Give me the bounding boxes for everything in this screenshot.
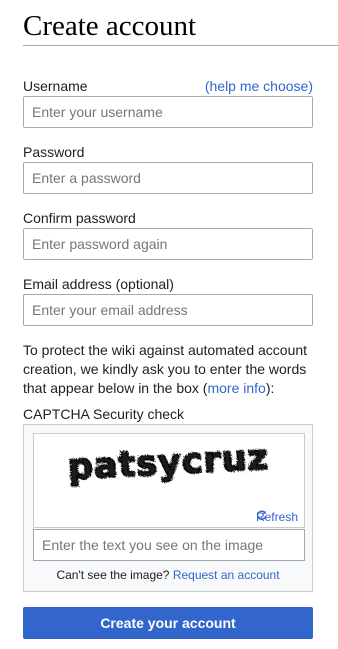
captcha-text: patsycruz	[67, 438, 270, 488]
password-input[interactable]	[23, 162, 313, 194]
captcha-image: patsycruz Refresh	[33, 433, 305, 528]
captcha-section-label: CAPTCHA Security check	[23, 406, 185, 422]
request-account-link[interactable]: Request an account	[173, 568, 280, 582]
email-label: Email address (optional)	[23, 276, 174, 292]
email-input[interactable]	[23, 294, 313, 326]
confirm-password-label: Confirm password	[23, 210, 136, 226]
cant-see-row: Can't see the image? Request an account	[24, 568, 312, 583]
create-account-button[interactable]: Create your account	[23, 607, 313, 639]
password-label: Password	[23, 144, 85, 160]
captcha-explanation: To protect the wiki against automated ac…	[23, 341, 318, 398]
refresh-icon	[256, 510, 267, 520]
username-label: Username	[23, 78, 88, 94]
more-info-link[interactable]: more info	[207, 380, 265, 396]
captcha-panel: patsycruz Refresh Can't see the image? R…	[23, 424, 313, 592]
captcha-explanation-end: ):	[265, 380, 275, 396]
captcha-input[interactable]	[33, 529, 305, 561]
captcha-refresh-button[interactable]: Refresh	[256, 510, 298, 524]
cant-see-text: Can't see the image?	[56, 568, 170, 582]
username-input[interactable]	[23, 96, 313, 128]
help-me-choose-link[interactable]: (help me choose)	[205, 77, 313, 95]
confirm-password-input[interactable]	[23, 228, 313, 260]
page-title: Create account	[23, 7, 338, 46]
